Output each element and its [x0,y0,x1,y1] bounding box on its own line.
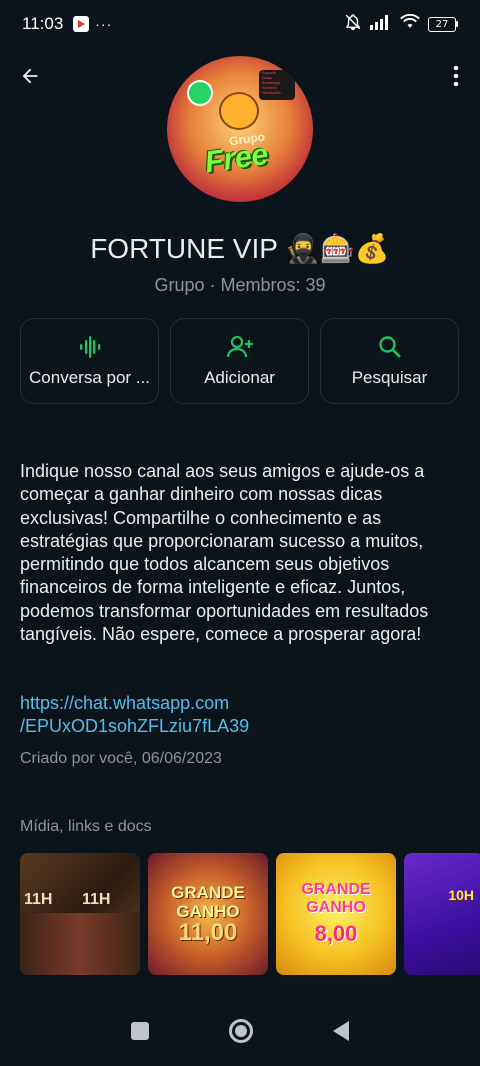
add-person-icon [226,335,253,358]
home-button[interactable] [229,1019,253,1043]
add-member-button[interactable]: Adicionar [170,318,309,404]
battery-level: 27 [428,16,456,32]
search-label: Pesquisar [351,368,428,387]
status-overflow: ··· [95,16,113,32]
search-icon [378,336,401,358]
action-buttons: Conversa por ... Adicionar Pesquisar [20,318,459,404]
media-row: 11H 11H GRANDE GANHO 11,00 GRANDE GANHO … [20,853,480,975]
group-subtitle: Grupo · Membros: 39 [154,275,326,295]
group-description: Indique nosso canal aos seus amigos e aj… [20,461,429,645]
thumb-image [20,913,140,975]
media-thumb[interactable]: GRANDE GANHO 8,00 [276,853,396,975]
thumb-value: 8,00 [314,921,358,946]
status-time: 11:03 [22,14,64,33]
invite-link-line2[interactable]: /EPUxOD1sohZFLziu7fLA39 [20,715,460,738]
tiger-mascot-icon [219,92,259,130]
invite-link[interactable]: https://chat.whatsapp.com /EPUxOD1sohZFL… [20,692,460,739]
media-section-title[interactable]: Mídia, links e docs [20,818,152,836]
invite-link-line1[interactable]: https://chat.whatsapp.com [20,692,460,715]
arrow-left-icon [22,68,38,84]
group-title[interactable]: FORTUNE VIP 🥷🎰💰 [0,232,480,265]
status-right-icons: 27 [344,13,458,36]
battery-icon: 27 [428,16,458,32]
group-avatar[interactable]: Suporte Dicas Estratégia Sorteios Novida… [167,56,313,202]
muted-bell-icon [344,13,362,36]
status-bar: 11:03 ··· 27 [0,0,480,48]
system-back-button[interactable] [333,1021,349,1041]
search-button[interactable]: Pesquisar [320,318,459,404]
whatsapp-logo-icon [187,80,213,106]
add-member-label: Adicionar [204,368,275,387]
audio-wave-icon [79,336,100,358]
play-store-icon [73,16,90,32]
thumb-heading: GRANDE GANHO [171,883,245,921]
avatar-tag: Suporte Dicas Estratégia Sorteios Novida… [259,70,295,100]
media-thumb[interactable]: 11H 11H [20,853,140,975]
menu-button[interactable] [444,60,468,92]
signal-icon [370,14,392,35]
thumb-value: 11,00 [178,919,238,946]
system-nav-bar [0,996,480,1066]
more-vert-icon [453,65,459,87]
voice-chat-button[interactable]: Conversa por ... [20,318,159,404]
voice-chat-label: Conversa por ... [29,368,150,387]
status-left-icons: ··· [73,16,112,32]
created-info: Criado por você, 06/06/2023 [20,750,222,767]
thumb-label: 11H [24,891,53,908]
thumb-heading: 10H [448,887,474,903]
back-button[interactable] [14,60,46,92]
media-thumb[interactable]: GRANDE GANHO 11,00 [148,853,268,975]
thumb-heading: GRANDE GANHO [301,881,371,916]
media-thumb[interactable]: 10H [404,853,480,975]
recents-button[interactable] [131,1022,149,1040]
thumb-label: 11H [82,891,111,908]
avatar-free-text: Free [202,137,271,180]
wifi-icon [400,13,420,35]
